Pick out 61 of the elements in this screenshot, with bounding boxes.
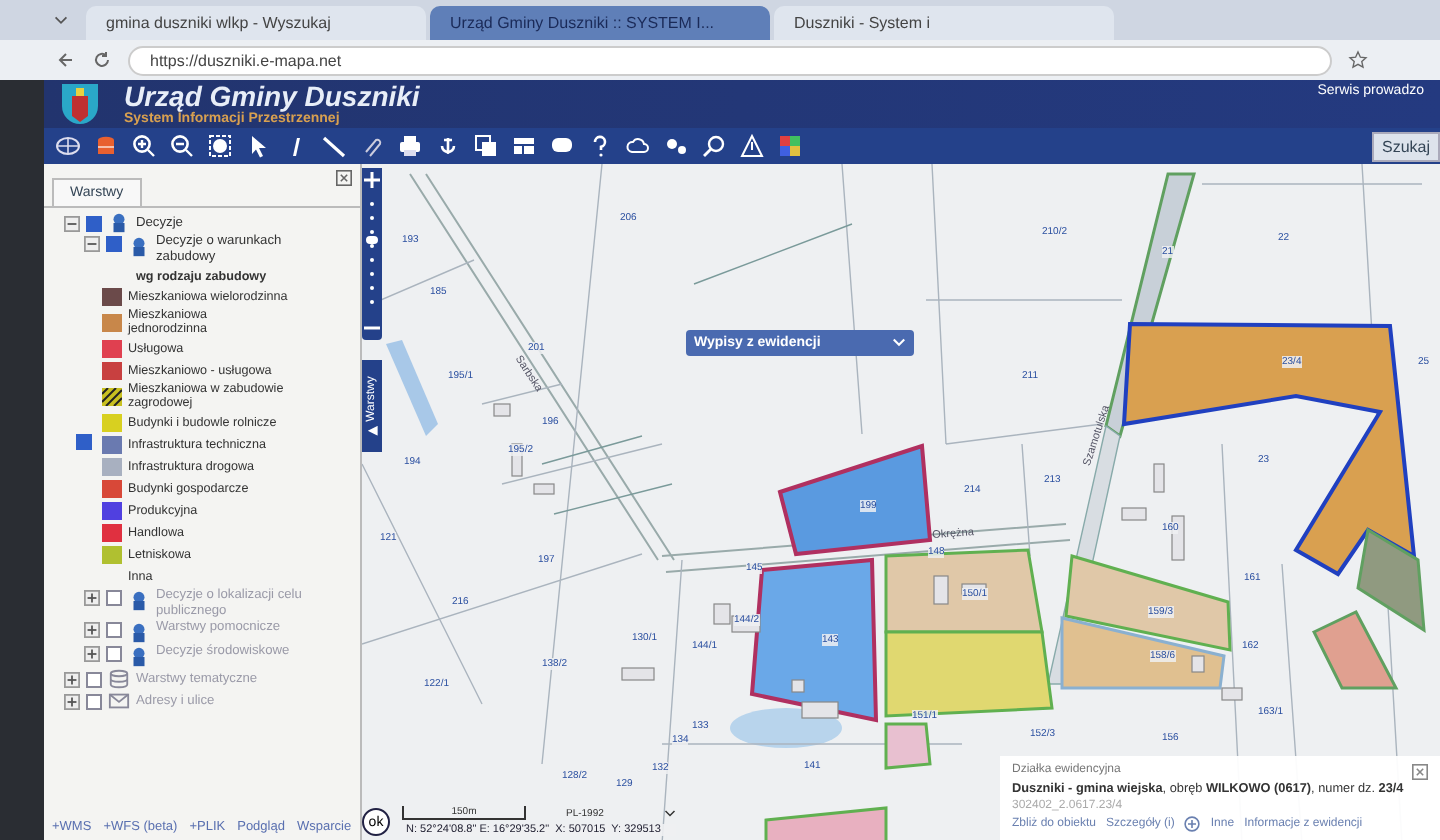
browser-tab[interactable]: gmina duszniki wlkp - Wyszukaj (86, 6, 426, 40)
checkbox[interactable] (106, 236, 122, 252)
checkbox[interactable] (106, 622, 122, 638)
pointer-icon[interactable] (246, 134, 270, 158)
site-title: Urząd Gminy Duszniki (124, 81, 420, 109)
database-icon[interactable] (94, 134, 118, 158)
triangle-icon (367, 425, 377, 436)
layer-group-icon (128, 622, 150, 644)
reload-icon[interactable] (92, 50, 112, 70)
expand-icon[interactable] (64, 671, 80, 687)
expand-icon[interactable] (84, 590, 100, 606)
expand-icon[interactable] (64, 693, 80, 709)
layout-icon[interactable] (512, 134, 536, 158)
zoom-out-icon[interactable] (170, 134, 194, 158)
cloud-icon[interactable] (626, 134, 650, 158)
zoom-in-icon[interactable] (364, 172, 380, 188)
color-grid-icon[interactable] (778, 134, 802, 158)
caret-icon (892, 336, 906, 350)
ruler-icon[interactable] (322, 134, 346, 158)
zoom-extent-icon[interactable] (208, 134, 232, 158)
copy-icon[interactable] (474, 134, 498, 158)
paperclip-icon[interactable] (360, 134, 384, 158)
browser-tab[interactable]: Duszniki - System i (774, 6, 1114, 40)
search-button[interactable]: Szukaj (1371, 131, 1440, 161)
warning-icon[interactable] (740, 134, 764, 158)
collapse-icon[interactable] (64, 215, 80, 231)
checkbox[interactable] (86, 215, 102, 231)
zoom-slider[interactable] (362, 168, 382, 340)
coat-of-arms-icon (60, 82, 100, 126)
checkbox[interactable] (106, 646, 122, 662)
collapse-icon[interactable] (84, 236, 100, 252)
settings-icon[interactable] (664, 134, 688, 158)
plus-circle-icon[interactable] (1184, 816, 1201, 832)
checkbox[interactable] (76, 434, 92, 450)
chat-icon[interactable] (550, 134, 574, 158)
zoom-thumb[interactable] (366, 236, 378, 244)
layer-group-icon (108, 212, 130, 234)
back-icon[interactable] (56, 50, 76, 70)
globe-icon[interactable] (56, 134, 80, 158)
anchor-icon[interactable] (436, 134, 460, 158)
layer-group-icon (128, 590, 150, 612)
star-icon[interactable] (1348, 50, 1368, 70)
envelope-icon (108, 690, 130, 712)
expand-icon[interactable] (84, 646, 100, 662)
caret-icon[interactable] (663, 808, 676, 820)
database-icon (108, 668, 130, 690)
browser-tab[interactable]: Urząd Gminy Duszniki :: SYSTEM I... (430, 6, 770, 40)
print-icon[interactable] (398, 134, 422, 158)
expand-icon[interactable] (84, 622, 100, 638)
search-icon[interactable] (702, 134, 726, 158)
address-bar[interactable]: https://duszniki.e-mapa.net (128, 45, 1332, 75)
layer-group-icon (128, 236, 150, 258)
help-icon[interactable] (588, 134, 612, 158)
collapse-icon[interactable] (336, 170, 352, 186)
layer-group-icon (128, 646, 150, 668)
checkbox[interactable] (86, 693, 102, 709)
tab-list-icon[interactable] (52, 11, 70, 29)
zoom-in-icon[interactable] (132, 134, 156, 158)
close-icon[interactable] (1412, 764, 1428, 780)
checkbox[interactable] (86, 671, 102, 687)
checkbox[interactable] (106, 590, 122, 606)
